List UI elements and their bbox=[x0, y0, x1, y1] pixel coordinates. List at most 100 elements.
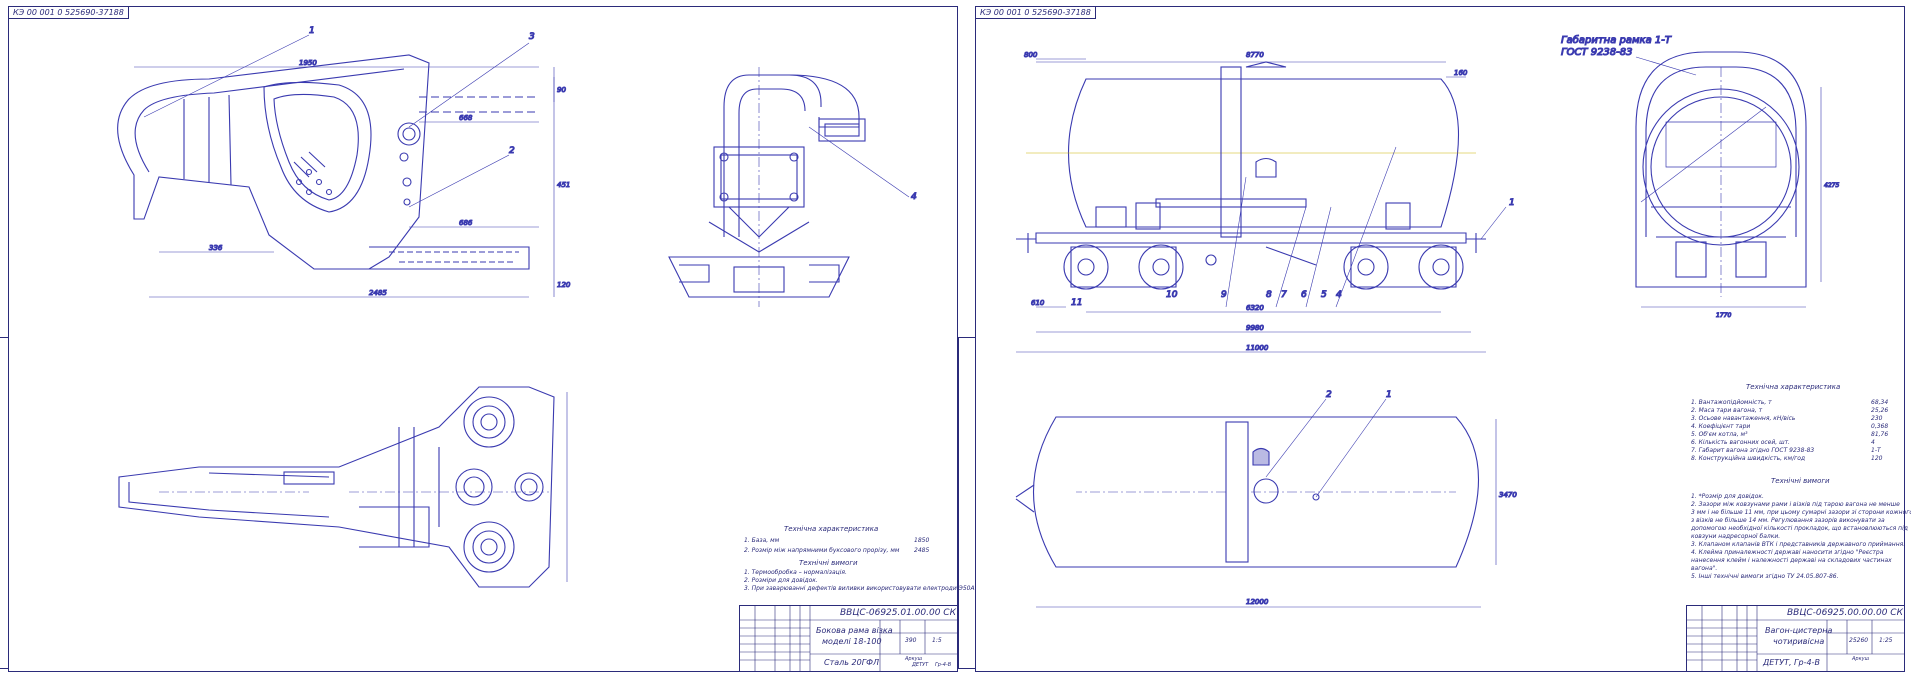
callout-3: 3 bbox=[529, 32, 535, 42]
right-tech-row-8-value: 120 bbox=[1871, 455, 1883, 462]
right-tech-row-7: 7. Габарит вагона згідно ГОСТ 9238-83 bbox=[1691, 447, 1815, 454]
left-tech-row-2-value: 2485 bbox=[914, 547, 930, 554]
tank-side-view bbox=[1016, 61, 1486, 290]
callout-7: 7 bbox=[1281, 290, 1287, 300]
right-tech-row-7-value: 1-Т bbox=[1871, 447, 1881, 454]
callout-2: 2 bbox=[509, 146, 515, 156]
right-tech-row-1: 1. Вантажопідйомність, т bbox=[1691, 399, 1772, 406]
left-tech-reqs-title: Технічні вимоги bbox=[799, 559, 858, 567]
dim-12000: 12000 bbox=[1246, 598, 1269, 606]
dim-4275: 4275 bbox=[1824, 182, 1839, 189]
callout-10: 10 bbox=[1166, 290, 1178, 300]
right-title-scale: 1:25 bbox=[1879, 637, 1893, 644]
left-req-1: 1. Термообробка – нормалізація. bbox=[744, 569, 847, 576]
right-tech-row-4: 4. Коефіцієнт тари bbox=[1691, 423, 1751, 430]
right-drawing-sheet: КЭ 00 001 0 525690-37188 800 8770 160 61… bbox=[958, 6, 1911, 672]
right-title-mass: 25260 bbox=[1849, 637, 1869, 644]
dim-2485: 2485 bbox=[369, 289, 387, 297]
left-title-scale: 1:5 bbox=[932, 637, 942, 644]
dim-3470: 3470 bbox=[1499, 491, 1517, 499]
right-tech-row-3: 3. Осьове навантаження, кН/вісь bbox=[1691, 415, 1796, 422]
right-req-2: 2. Зазори між ковзунами рами і візків пі… bbox=[1691, 501, 1900, 508]
left-req-3: 3. При заварюванні дефектів виливки вико… bbox=[744, 585, 977, 592]
left-side-strip bbox=[0, 337, 9, 669]
tank-top-view bbox=[1015, 398, 1497, 608]
dim-8770: 8770 bbox=[1246, 51, 1264, 59]
tank-wagon-drawing: 800 8770 160 610 6320 9980 11000 11 10 9… bbox=[1015, 33, 1840, 608]
left-title-material: Сталь 20ГФЛ bbox=[824, 658, 880, 667]
right-tech-row-5-value: 81,76 bbox=[1871, 431, 1889, 438]
dim-6320: 6320 bbox=[1246, 304, 1264, 312]
right-tech-row-5: 5. Об'єм котла, м³ bbox=[1691, 431, 1748, 438]
tank-end-view bbox=[1635, 51, 1822, 308]
right-tech-reqs-title: Технічні вимоги bbox=[1771, 477, 1830, 485]
callout-6: 6 bbox=[1301, 290, 1307, 300]
callout-4: 4 bbox=[911, 192, 917, 202]
left-req-2: 2. Розміри для довідок. bbox=[744, 577, 818, 584]
left-title-name-1: Бокова рама візка bbox=[816, 626, 893, 635]
right-tech-chars-title: Технічна характеристика bbox=[1746, 383, 1841, 391]
dim-160: 160 bbox=[1454, 69, 1468, 77]
right-tech-row-4-value: 0,368 bbox=[1871, 423, 1889, 430]
dim-800: 800 bbox=[1024, 51, 1038, 59]
right-tech-row-1-value: 68,34 bbox=[1871, 399, 1889, 406]
left-title-group: Гр-4-В bbox=[935, 662, 952, 668]
right-tech-row-2: 2. Маса тари вагона, т bbox=[1691, 407, 1763, 414]
left-title-mass: 390 bbox=[905, 637, 917, 644]
left-tech-row-1-value: 1850 bbox=[914, 537, 930, 544]
callout-9: 9 bbox=[1221, 290, 1227, 300]
dim-90: 90 bbox=[557, 86, 566, 94]
right-req-5: допомогою необхідної кількості прокладок… bbox=[1691, 525, 1908, 532]
left-tech-row-1: 1. База, мм bbox=[744, 537, 780, 544]
dim-668: 668 bbox=[459, 114, 473, 122]
side-frame-side-view bbox=[117, 54, 539, 270]
callout-1: 1 bbox=[309, 26, 315, 36]
dim-686: 686 bbox=[459, 219, 473, 227]
right-req-8: 4. Клейма приналежності державі наносити… bbox=[1691, 549, 1884, 556]
left-title-block: ВВЦС-06925.01.00.00 СК Бокова рама візка… bbox=[739, 605, 958, 672]
dim-120: 120 bbox=[557, 281, 571, 289]
dim-610: 610 bbox=[1031, 299, 1045, 307]
side-frame-plan-view bbox=[118, 386, 568, 588]
right-title-name-2: чотиривісна bbox=[1773, 637, 1825, 646]
callout-11: 11 bbox=[1071, 298, 1082, 308]
dim-336: 336 bbox=[209, 244, 223, 252]
callout-1-right-bottom: 1 bbox=[1386, 390, 1392, 400]
right-req-11: 5. Інші технічні вимоги згідно ТУ 24.05.… bbox=[1691, 573, 1839, 580]
right-title-code: ВВЦС-06925.00.00.00 СК bbox=[1787, 608, 1903, 618]
gauge-label-line1: Габаритна рамка 1-Т bbox=[1561, 34, 1672, 46]
callout-5: 5 bbox=[1321, 290, 1327, 300]
left-tech-chars-title: Технічна характеристика bbox=[784, 525, 879, 533]
right-req-6: ковзуни надресорної балки. bbox=[1691, 533, 1781, 540]
side-frame-section-view bbox=[668, 67, 866, 307]
right-title-block: ВВЦС-06925.00.00.00 СК Вагон-цистерна чо… bbox=[1686, 605, 1905, 672]
right-tech-row-6: 6. Кількість вагонних осей, шт. bbox=[1691, 439, 1790, 446]
callout-1-right-top: 1 bbox=[1509, 198, 1515, 208]
right-tech-row-3-value: 230 bbox=[1871, 415, 1883, 422]
left-title-name-2: моделі 18-100 bbox=[822, 637, 882, 646]
right-req-7: 3. Клапаном клапанів ВТК і представників… bbox=[1691, 541, 1906, 548]
callout-4-right: 4 bbox=[1336, 290, 1342, 300]
left-tech-row-2: 2. Розмір між напрямними буксового прорі… bbox=[744, 547, 900, 554]
left-drawing-sheet: КЭ 00 001 0 525690-37188 1950 668 686 33… bbox=[0, 6, 976, 672]
gauge-label-line2: ГОСТ 9238-83 bbox=[1561, 47, 1633, 58]
callout-2-right: 2 bbox=[1326, 390, 1332, 400]
right-req-3: 3 мм і не більше 11 мм, при цьому сумарн… bbox=[1691, 509, 1911, 516]
right-side-strip bbox=[958, 337, 976, 669]
right-title-sheet-label: Аркуш bbox=[1852, 656, 1870, 662]
right-req-9: нанесення клейм і належності державі на … bbox=[1691, 557, 1892, 564]
dim-1950: 1950 bbox=[299, 59, 317, 67]
dim-11000: 11000 bbox=[1246, 344, 1269, 352]
right-tech-row-8: 8. Конструкційна швидкість, км/год bbox=[1691, 455, 1806, 462]
right-title-name-1: Вагон-цистерна bbox=[1765, 626, 1833, 635]
right-req-10: вагона". bbox=[1691, 565, 1718, 572]
callout-8: 8 bbox=[1266, 290, 1272, 300]
right-req-4: з візків не більше 14 мм. Регулювання за… bbox=[1691, 517, 1885, 524]
right-tech-row-2-value: 25,26 bbox=[1871, 407, 1889, 414]
dim-1770: 1770 bbox=[1716, 312, 1731, 319]
dim-451: 451 bbox=[557, 181, 570, 189]
right-req-1: 1. *Розмір для довідок. bbox=[1691, 493, 1764, 500]
left-title-dept: ДЕТУТ bbox=[912, 662, 929, 668]
right-title-dept: ДЕТУТ, Гр-4-В bbox=[1763, 658, 1820, 667]
left-title-code: ВВЦС-06925.01.00.00 СК bbox=[840, 608, 956, 618]
